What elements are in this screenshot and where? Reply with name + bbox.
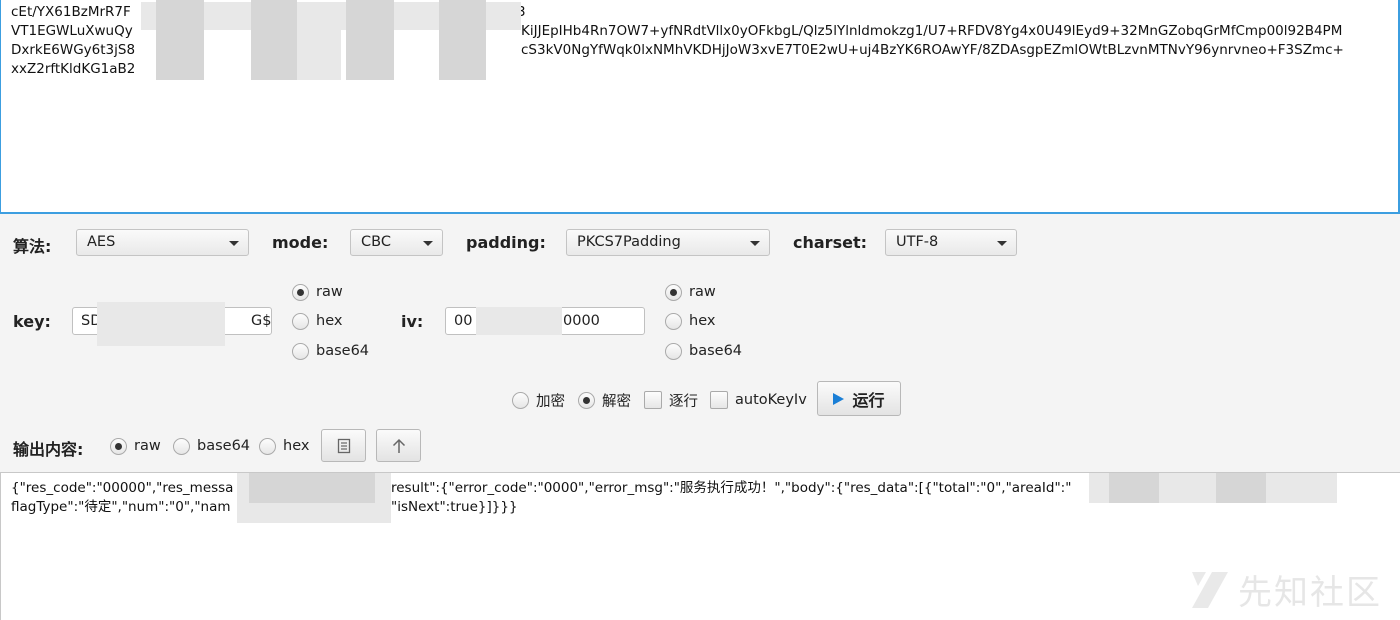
line-by-line-checkbox[interactable]: 逐行	[644, 390, 698, 410]
watermark: 先知社区	[1188, 565, 1382, 614]
clipboard-icon	[337, 438, 350, 453]
iv-format-hex[interactable]: hex	[665, 311, 715, 331]
input-line-2-right: KiJJEpIHb4Rn7OW7+yfNRdtVllx0yOFkbgL/Qlz5…	[521, 23, 1343, 39]
input-line-3: DxrkE6WGy6t3jS8	[11, 42, 136, 58]
run-button[interactable]: 运行	[817, 381, 901, 416]
algorithm-label: 算法:	[13, 237, 52, 256]
charset-value: UTF-8	[896, 234, 939, 250]
output-format-hex[interactable]: hex	[259, 436, 309, 456]
mode-value: CBC	[361, 234, 391, 250]
iv-value-start: 00	[454, 313, 473, 329]
iv-label: iv:	[401, 312, 424, 331]
padding-select[interactable]: PKCS7Padding	[566, 229, 770, 256]
key-label: key:	[13, 312, 51, 331]
charset-select[interactable]: UTF-8	[885, 229, 1017, 256]
auto-key-iv-checkbox[interactable]: autoKeyIv	[710, 390, 807, 410]
chevron-down-icon	[229, 241, 239, 246]
redaction-block	[251, 0, 297, 80]
input-line-4: xxZ2rftKldKG1aB2	[11, 61, 136, 77]
chevron-down-icon	[750, 241, 760, 246]
key-value-end: G$	[251, 313, 272, 329]
arrow-up-icon	[392, 438, 405, 453]
redaction-block	[156, 0, 204, 80]
copy-button[interactable]	[321, 429, 366, 462]
output-format-raw[interactable]: raw	[110, 436, 161, 456]
input-line-2: VT1EGWLuXwuQy	[11, 23, 133, 39]
iv-format-raw[interactable]: raw	[665, 282, 716, 302]
charset-label: charset:	[793, 233, 867, 252]
mode-select[interactable]: CBC	[350, 229, 443, 256]
output-line-1b: result":{"error_code":"0000","error_msg"…	[391, 480, 1072, 496]
redaction-block	[346, 0, 394, 80]
mode-label: mode:	[272, 233, 329, 252]
input-line-1: cEt/YX61BzMrR7F	[11, 4, 131, 20]
iv-value-end: 0000	[563, 313, 600, 329]
play-icon	[833, 392, 845, 405]
redaction-block	[1109, 473, 1159, 503]
input-line-3-right: cS3kV0NgYfWqk0lxNMhVKDHjJoW3xvE7T0E2wU+u…	[521, 42, 1344, 58]
padding-label: padding:	[466, 233, 546, 252]
key-format-raw[interactable]: raw	[292, 282, 343, 302]
redaction-block	[476, 307, 562, 335]
chevron-down-icon	[997, 241, 1007, 246]
output-label: 输出内容:	[13, 440, 84, 459]
redaction-block	[1216, 473, 1266, 503]
algorithm-select[interactable]: AES	[76, 229, 249, 256]
key-format-hex[interactable]: hex	[292, 311, 342, 331]
output-line-2b: "isNext":true}]}}}	[391, 499, 518, 515]
algorithm-value: AES	[87, 234, 116, 250]
output-text[interactable]: {"res_code":"00000","res_messa result":{…	[0, 472, 1400, 620]
xianzhi-logo-icon	[1192, 571, 1228, 608]
redaction-block	[97, 302, 225, 346]
iv-format-base64[interactable]: base64	[665, 341, 742, 361]
encrypt-radio[interactable]: 加密	[512, 390, 565, 410]
output-line-2a: flagType":"待定","num":"0","nam	[11, 499, 231, 515]
redaction-block	[297, 28, 341, 80]
output-line-1a: {"res_code":"00000","res_messa	[11, 480, 234, 496]
key-format-base64[interactable]: base64	[292, 341, 369, 361]
ciphertext-input[interactable]: cEt/YX61BzMrR7F 3 VT1EGWLuXwuQy KiJJEpIH…	[0, 0, 1400, 214]
chevron-down-icon	[423, 241, 433, 246]
padding-value: PKCS7Padding	[577, 234, 681, 250]
redaction-block	[249, 473, 375, 503]
decrypt-radio[interactable]: 解密	[578, 390, 631, 410]
output-format-base64[interactable]: base64	[173, 436, 250, 456]
redaction-block	[439, 0, 486, 80]
move-up-button[interactable]	[376, 429, 421, 462]
